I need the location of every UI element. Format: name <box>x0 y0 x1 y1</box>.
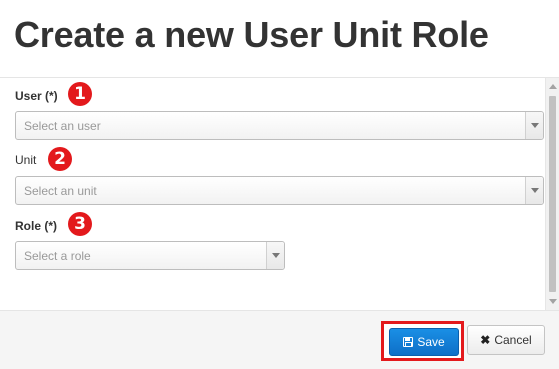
chevron-down-icon <box>531 123 539 128</box>
dialog-header: Create a new User Unit Role <box>0 0 559 78</box>
dialog-title: Create a new User Unit Role <box>14 14 489 55</box>
unit-select-toggle[interactable] <box>525 177 543 204</box>
role-select-toggle[interactable] <box>266 242 284 269</box>
unit-select[interactable]: Select an unit <box>15 176 544 205</box>
user-select-toggle[interactable] <box>525 112 543 139</box>
annotation-badge-2: 2 <box>48 147 72 171</box>
role-select[interactable]: Select a role <box>15 241 285 270</box>
scroll-down-arrow-icon[interactable] <box>549 299 557 304</box>
floppy-disk-icon <box>403 337 414 347</box>
cancel-button-label: Cancel <box>494 333 532 347</box>
chevron-down-icon <box>272 253 280 258</box>
role-select-placeholder: Select a role <box>24 249 91 263</box>
dialog-footer: Save ✖ Cancel <box>0 310 559 369</box>
user-label: User (*) <box>15 89 58 103</box>
body-scrollbar[interactable] <box>545 78 559 310</box>
chevron-down-icon <box>531 188 539 193</box>
annotation-badge-1: 1 <box>68 82 92 106</box>
annotation-badge-3: 3 <box>68 212 92 236</box>
save-button-highlight: Save <box>381 321 464 361</box>
unit-select-placeholder: Select an unit <box>24 184 97 198</box>
unit-label: Unit <box>15 153 37 167</box>
scroll-up-arrow-icon[interactable] <box>549 84 557 89</box>
user-select[interactable]: Select an user <box>15 111 544 140</box>
scrollbar-thumb[interactable] <box>549 96 556 292</box>
close-icon: ✖ <box>480 333 491 347</box>
create-user-unit-role-dialog: Create a new User Unit Role User (*) 1 S… <box>0 0 559 369</box>
role-label: Role (*) <box>15 219 57 233</box>
cancel-button[interactable]: ✖ Cancel <box>467 325 545 355</box>
user-select-placeholder: Select an user <box>24 119 101 133</box>
save-button-label: Save <box>417 335 445 349</box>
dialog-body: User (*) 1 Select an user Unit 2 Select … <box>0 78 559 310</box>
save-button[interactable]: Save <box>389 328 459 356</box>
